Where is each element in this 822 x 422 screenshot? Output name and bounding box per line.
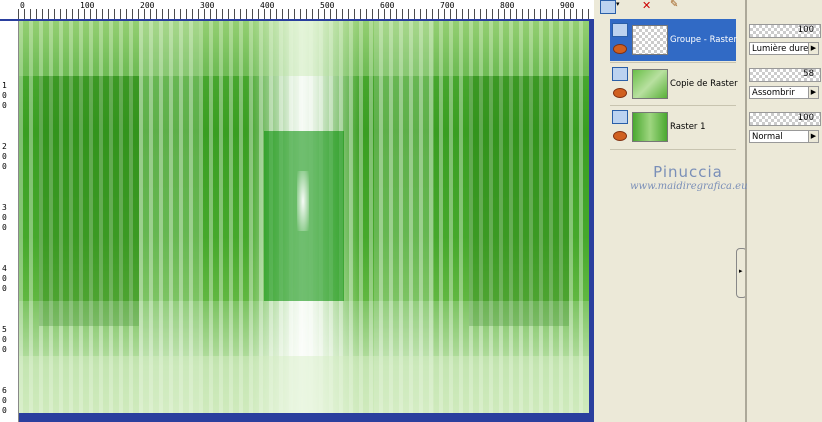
divider	[745, 0, 747, 422]
layer-row-groupe-raster[interactable]: Groupe - Raster	[610, 19, 737, 61]
eye-icon[interactable]	[613, 88, 627, 98]
ruler-label: 0	[2, 406, 7, 415]
left-dark-panel	[39, 76, 139, 326]
ruler-label: 6	[2, 386, 7, 395]
ruler-label: 0	[2, 335, 7, 344]
ruler-label: 0	[2, 152, 7, 161]
canvas-area[interactable]: 0 100 200 300 400 500 600 700 800 900 1 …	[0, 0, 594, 422]
ruler-label: 600	[380, 1, 395, 10]
chevron-right-icon[interactable]: ▶	[808, 131, 818, 142]
ruler-label: 400	[260, 1, 275, 10]
image-canvas[interactable]	[19, 21, 589, 413]
chevron-right-icon[interactable]: ▶	[808, 43, 818, 54]
horizontal-ruler: 0 100 200 300 400 500 600 700 800 900	[0, 0, 594, 21]
blend-mode-select[interactable]: Lumière dure ▶	[749, 42, 819, 55]
raster-layer-icon	[612, 67, 628, 81]
layer-row-raster-1[interactable]: Raster 1	[610, 106, 736, 148]
blend-mode-select[interactable]: Assombrir ▶	[749, 86, 819, 99]
ruler-label: 3	[2, 203, 7, 212]
ruler-label: 0	[2, 101, 7, 110]
new-layer-icon[interactable]	[600, 0, 616, 14]
layers-toolbar: ▾ ✕ ✎	[598, 0, 748, 14]
layer-name: Copie de Raster	[670, 79, 738, 89]
vertical-ruler: 1 0 0 2 0 0 3 0 0 4 0 0 5 0 0 6 0 0	[0, 21, 19, 422]
delete-layer-icon[interactable]: ✕	[642, 0, 656, 12]
ruler-label: 800	[500, 1, 515, 10]
ruler-label: 0	[20, 1, 25, 10]
layer-thumbnail	[632, 25, 668, 55]
ruler-label: 500	[320, 1, 335, 10]
eye-icon[interactable]	[613, 44, 627, 54]
opacity-value: 58	[803, 69, 814, 79]
center-highlight	[297, 171, 309, 231]
ruler-label: 100	[80, 1, 95, 10]
top-light-band	[19, 21, 589, 76]
blend-mode-value: Lumière dure	[752, 44, 809, 54]
ruler-label: 0	[2, 223, 7, 232]
ruler-label: 4	[2, 264, 7, 273]
opacity-slider[interactable]: 58	[749, 68, 821, 82]
ruler-ticks	[18, 9, 594, 19]
chevron-right-icon[interactable]: ▸	[739, 267, 743, 275]
watermark-url: www.maidiregrafica.eu	[630, 181, 748, 192]
ruler-label: 0	[2, 345, 7, 354]
brush-icon[interactable]: ✎	[670, 0, 684, 12]
ruler-label: 0	[2, 396, 7, 405]
blend-mode-value: Assombrir	[752, 88, 795, 98]
raster-layer-icon	[612, 23, 628, 37]
divider	[610, 149, 736, 150]
horizontal-scrollbar[interactable]	[19, 413, 594, 422]
ruler-label: 300	[200, 1, 215, 10]
blend-mode-value: Normal	[752, 132, 783, 142]
raster-layer-icon	[612, 110, 628, 124]
right-dark-panel	[469, 76, 569, 326]
vertical-scrollbar[interactable]	[589, 21, 594, 413]
lower-light-band	[19, 301, 589, 356]
chevron-right-icon[interactable]: ▶	[808, 87, 818, 98]
ruler-label: 0	[2, 213, 7, 222]
layer-row-copie-de-raster[interactable]: Copie de Raster	[610, 63, 738, 105]
opacity-value: 100	[797, 25, 814, 35]
ruler-label: 0	[2, 91, 7, 100]
blend-mode-select[interactable]: Normal ▶	[749, 130, 819, 143]
ruler-label: 0	[2, 284, 7, 293]
chevron-down-icon[interactable]: ▾	[616, 0, 620, 8]
opacity-value: 100	[797, 113, 814, 123]
layer-name: Groupe - Raster	[670, 35, 737, 45]
ruler-label: 5	[2, 325, 7, 334]
eye-icon[interactable]	[613, 131, 627, 141]
layer-thumbnail	[632, 69, 668, 99]
layer-name: Raster 1	[670, 122, 706, 132]
ruler-label: 900	[560, 1, 575, 10]
ruler-label: 0	[2, 162, 7, 171]
ruler-label: 1	[2, 81, 7, 90]
watermark-title: Pinuccia	[653, 163, 723, 181]
ruler-label: 0	[2, 274, 7, 283]
watermark: Pinuccia www.maidiregrafica.eu	[630, 163, 748, 192]
opacity-slider[interactable]: 100	[749, 112, 821, 126]
ruler-label: 700	[440, 1, 455, 10]
opacity-slider[interactable]: 100	[749, 24, 821, 38]
ruler-label: 200	[140, 1, 155, 10]
bottom-light-band	[19, 356, 589, 413]
layer-thumbnail	[632, 112, 668, 142]
ruler-label: 2	[2, 142, 7, 151]
